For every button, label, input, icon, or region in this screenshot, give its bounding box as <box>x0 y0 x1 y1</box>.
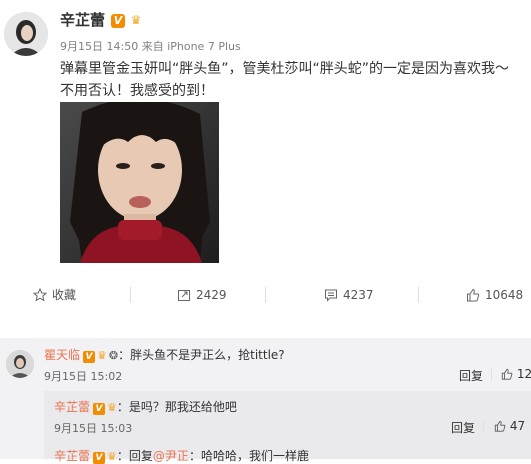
reply-mention[interactable]: @尹正 <box>153 449 189 463</box>
divider <box>483 420 484 433</box>
favorite-button[interactable]: 收藏 <box>32 278 77 312</box>
comment-icon <box>325 289 337 302</box>
reply-text: 是吗？那我还给他吧 <box>128 400 237 414</box>
reply-separator: ： <box>116 400 129 414</box>
like-button[interactable]: 10648 <box>466 278 523 312</box>
divider <box>130 287 131 303</box>
comment-row: 瞿天临 V ♛ ❂：胖头鱼不是尹正么，抢tittle? <box>44 346 285 363</box>
repost-icon <box>178 290 190 301</box>
post-meta: 9月15日 14:50 来自 iPhone 7 Plus <box>60 38 241 54</box>
thumbs-up-icon <box>494 420 506 432</box>
verified-icon: V <box>93 452 106 464</box>
verified-icon: V <box>93 403 106 415</box>
reply-row: 辛芷蕾 V ♛：回复@尹正：哈哈哈，我们一样鹿 <box>54 447 309 464</box>
crown-icon: ♛ <box>107 450 117 463</box>
comment-time: 9月15日 15:02 <box>44 370 123 383</box>
author-name-row: 辛芷蕾 V ♛ <box>60 9 144 30</box>
comment-like-count: 12 <box>516 367 531 381</box>
like-count: 10648 <box>485 288 524 302</box>
comment-count: 4237 <box>343 288 374 302</box>
comment-text: 胖头鱼不是尹正么，抢tittle? <box>130 348 285 362</box>
reply-row: 辛芷蕾 V ♛：是吗？那我还给他吧 <box>54 398 237 415</box>
repost-count: 2429 <box>196 288 227 302</box>
author-avatar[interactable] <box>4 12 48 56</box>
star-icon <box>32 287 48 302</box>
comment-username[interactable]: 瞿天临 <box>44 348 80 362</box>
comment-button[interactable]: 4237 <box>324 278 374 312</box>
post-text: 弹幕里管金玉妍叫“胖头鱼”，管美杜莎叫“胖头蛇”的一定是因为喜欢我～不用否认！我… <box>60 61 510 99</box>
reply-reply-button[interactable]: 回复 <box>451 419 475 436</box>
crown-icon: ♛ <box>97 349 107 362</box>
reply-separator: ： <box>116 449 129 463</box>
crown-icon: ♛ <box>107 401 117 414</box>
comment-reply-button[interactable]: 回复 <box>459 367 483 384</box>
reply-like-count: 47 <box>509 419 526 433</box>
reply-time: 9月15日 15:03 <box>54 422 133 435</box>
reply-username[interactable]: 辛芷蕾 <box>54 400 90 414</box>
reply-username[interactable]: 辛芷蕾 <box>54 449 90 463</box>
favorite-label: 收藏 <box>52 288 77 302</box>
post-source: 来自 iPhone 7 Plus <box>141 40 241 53</box>
repost-button[interactable]: 2429 <box>177 278 227 312</box>
reply-text: ：哈哈哈，我们一样鹿 <box>188 449 309 463</box>
post-image[interactable] <box>60 102 219 263</box>
verified-icon: V <box>111 14 126 28</box>
panda-icon: ❂ <box>108 349 119 362</box>
thumbs-up-icon <box>467 288 480 302</box>
divider <box>418 287 419 303</box>
divider <box>265 287 266 303</box>
comment-separator: ： <box>118 348 131 362</box>
comment-like-button[interactable]: 12 <box>501 367 531 381</box>
reply-prefix: 回复 <box>128 449 153 463</box>
post-action-bar: 收藏 2429 4237 10648 <box>0 278 531 312</box>
commenter-avatar[interactable] <box>6 350 34 378</box>
reply-like-button[interactable]: 47 <box>494 419 525 433</box>
divider <box>491 368 492 381</box>
crown-icon: ♛ <box>130 13 142 27</box>
post-time[interactable]: 9月15日 14:50 <box>60 40 138 53</box>
verified-icon: V <box>83 351 96 363</box>
thumbs-up-icon <box>501 368 513 380</box>
author-name[interactable]: 辛芷蕾 <box>60 11 105 29</box>
